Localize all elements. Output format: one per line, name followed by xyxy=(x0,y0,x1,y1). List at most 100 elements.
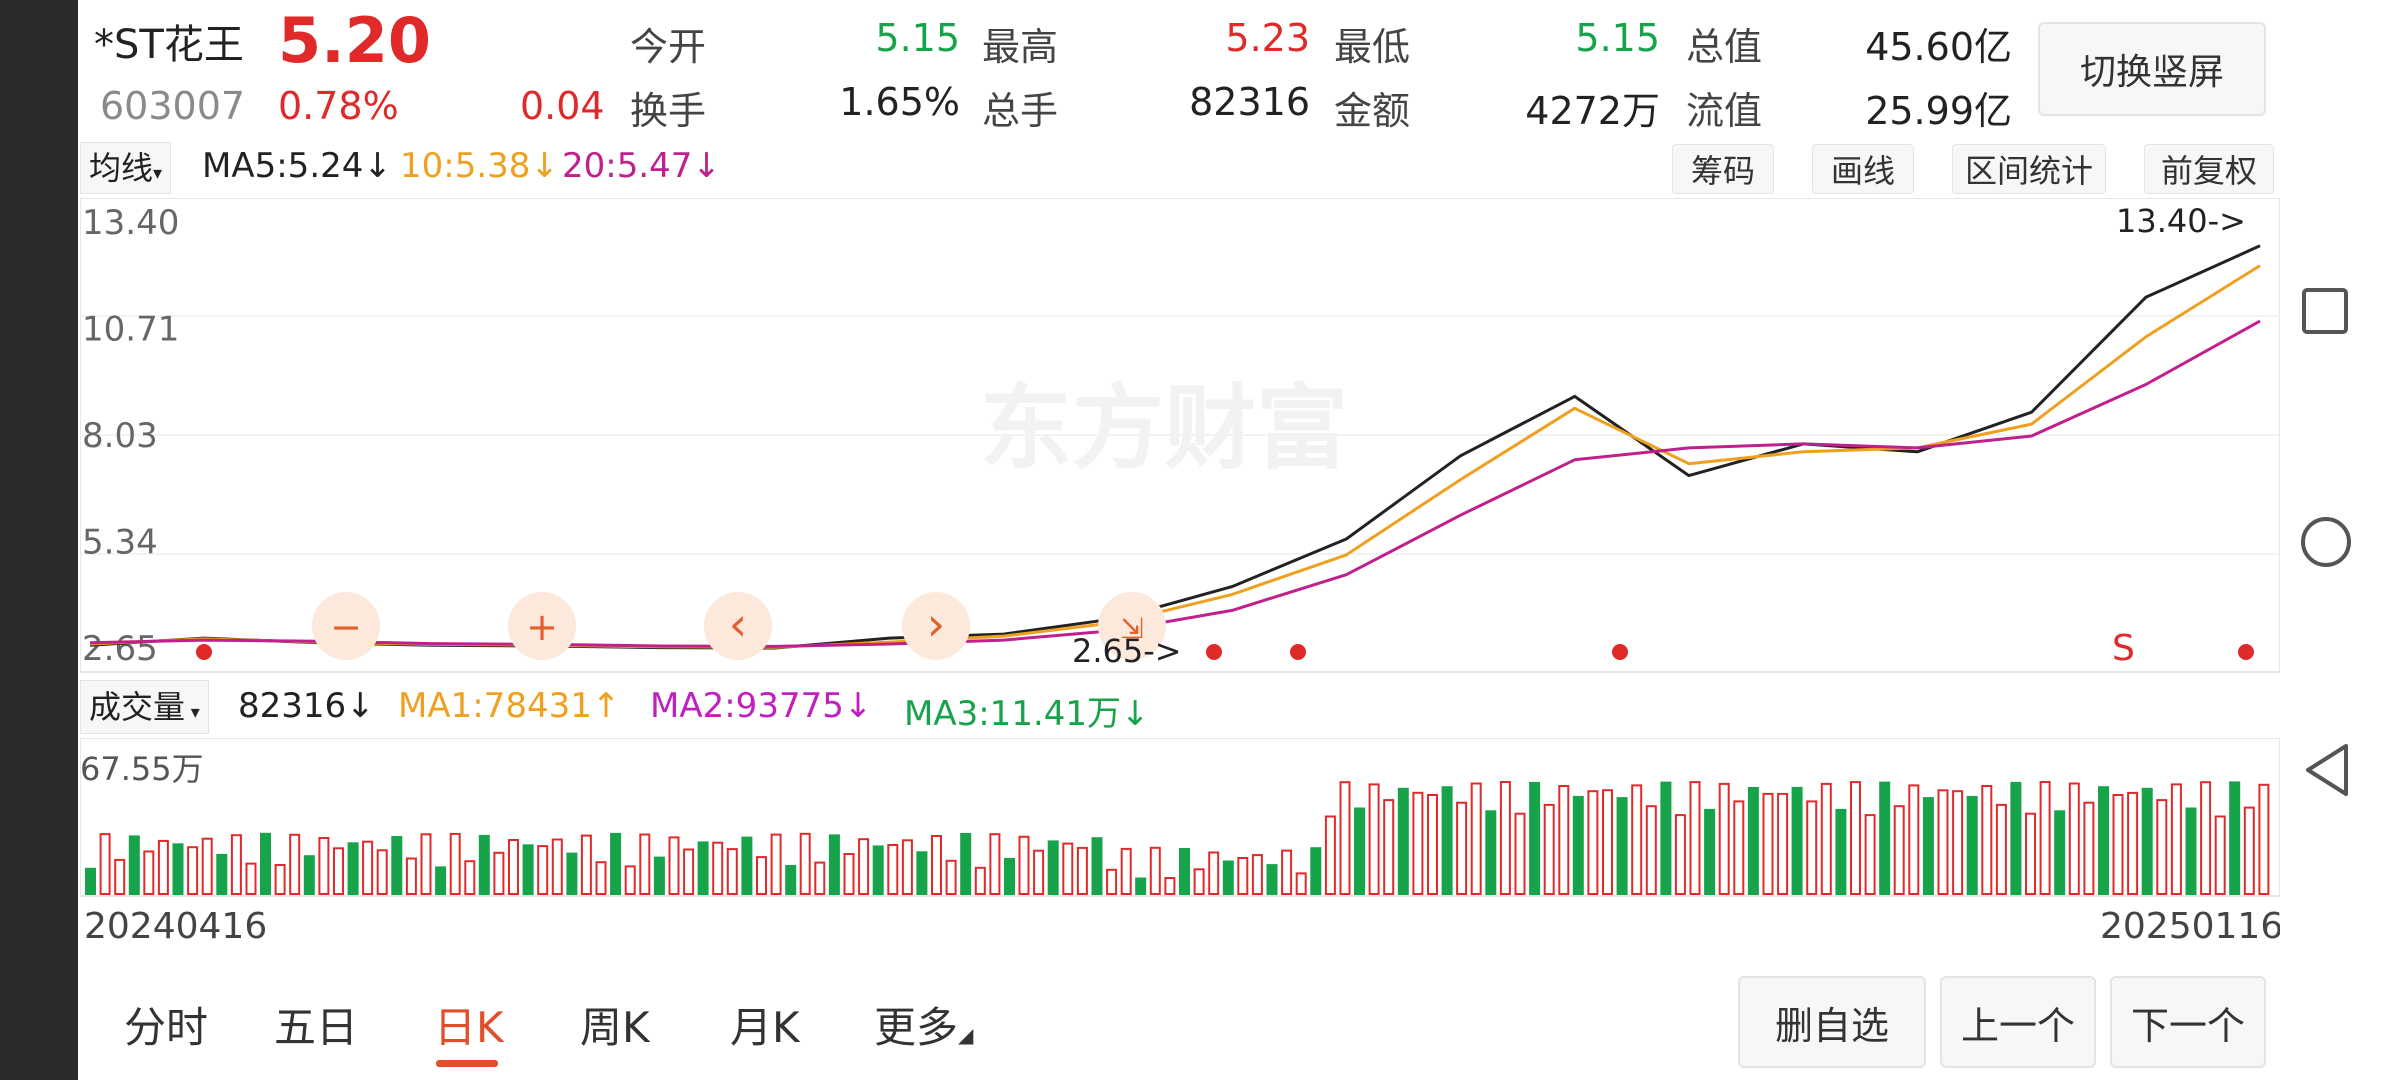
system-navigation-bar xyxy=(2280,0,2400,1080)
tab-monthly-k[interactable]: 月K xyxy=(730,994,800,1055)
volume-bar xyxy=(1499,781,1511,895)
volume-bar xyxy=(1616,797,1628,895)
volume-bar xyxy=(1004,857,1015,895)
volume-bar xyxy=(260,832,271,896)
volume-bar xyxy=(2141,787,2153,895)
volume-bar xyxy=(2039,781,2051,895)
volume-bar xyxy=(916,851,928,896)
remove-watchlist-button[interactable]: 删自选 xyxy=(1738,976,1926,1068)
volume-bar xyxy=(1733,800,1745,895)
chevron-left-icon: ‹ xyxy=(729,597,747,651)
volume-bar xyxy=(2098,786,2109,896)
zoom-out-icon: − xyxy=(330,605,362,649)
volume-bar xyxy=(741,836,753,895)
active-tab-indicator xyxy=(436,1060,498,1067)
high-value: 5.23 xyxy=(1225,16,1310,60)
back-triangle-icon[interactable] xyxy=(2298,738,2358,802)
volume-bar xyxy=(1645,805,1657,895)
ma10-value: 10:5.38↓ xyxy=(400,146,559,186)
volume-bar xyxy=(668,836,680,895)
volume-bar xyxy=(493,851,505,896)
volume-bar xyxy=(1281,849,1293,895)
volume-bar xyxy=(931,835,942,895)
volume-bar xyxy=(1047,840,1059,895)
change-amount: 0.04 xyxy=(520,84,605,128)
chips-button[interactable]: 筹码 xyxy=(1672,144,1774,194)
volume-bar xyxy=(712,841,724,895)
volume-bar xyxy=(2258,783,2270,895)
volume-bar xyxy=(697,841,709,895)
volume-bar xyxy=(1179,848,1190,895)
switch-portrait-button[interactable]: 切换竖屏 xyxy=(2038,22,2266,116)
stock-name: *ST花王 xyxy=(94,22,244,68)
tab-intraday[interactable]: 分时 xyxy=(124,994,208,1055)
pan-left-button[interactable]: ‹ xyxy=(704,592,772,660)
volume-bar xyxy=(1893,805,1905,895)
volume-bar xyxy=(376,849,388,896)
volume-bar xyxy=(405,857,417,895)
volume-bar xyxy=(683,848,695,895)
tab-more[interactable]: 更多◢ xyxy=(874,994,973,1055)
volume-bar xyxy=(610,832,622,895)
volume-bar xyxy=(1981,785,1993,895)
volume-bar xyxy=(435,866,447,895)
volume-bar xyxy=(1995,803,2007,895)
volume-current: 82316↓ xyxy=(238,686,375,726)
volume-bar xyxy=(2025,812,2036,895)
price-chart[interactable]: 东方财富 13.4010.718.035.342.65 − + ‹ › ⇲ S … xyxy=(80,198,2280,674)
range-stats-button[interactable]: 区间统计 xyxy=(1952,144,2106,194)
tab-daily-k[interactable]: 日K xyxy=(434,994,504,1055)
volume-chart[interactable]: 67.55万 xyxy=(80,738,2280,898)
volume-bar xyxy=(974,866,986,896)
stock-price: 5.20 xyxy=(278,4,431,77)
pan-right-button[interactable]: › xyxy=(902,592,970,660)
recents-square-icon[interactable] xyxy=(2296,282,2356,342)
chevron-right-icon: › xyxy=(927,597,945,651)
signal-s-marker: S xyxy=(2112,628,2135,669)
volume-bar xyxy=(362,840,374,895)
volume-bar xyxy=(639,833,651,895)
volume-bar xyxy=(1674,814,1686,895)
zoom-in-button[interactable]: + xyxy=(508,592,576,660)
draw-line-button[interactable]: 画线 xyxy=(1812,144,1914,194)
volume-bar xyxy=(1791,786,1803,895)
volume-bar xyxy=(1018,835,1030,896)
zoom-out-button[interactable]: − xyxy=(312,592,380,660)
volume-bar xyxy=(274,864,286,895)
volume-bar xyxy=(1820,782,1832,895)
volume-bar xyxy=(756,856,767,895)
adjust-button[interactable]: 前复权 xyxy=(2144,144,2274,194)
volume-bar xyxy=(1572,795,1584,895)
volume-bar xyxy=(566,852,578,895)
volume-bar xyxy=(333,847,344,896)
tab-weekly-k[interactable]: 周K xyxy=(580,994,650,1055)
volume-bar xyxy=(1704,808,1716,895)
volume-bar xyxy=(172,843,184,896)
volume-bar xyxy=(1514,812,1526,895)
volume-bar xyxy=(128,835,140,895)
next-stock-button[interactable]: 下一个 xyxy=(2110,976,2266,1068)
volume-bar xyxy=(1135,877,1147,895)
volume-bar xyxy=(2156,799,2168,895)
ma-selector-label: 均线 xyxy=(89,149,154,187)
volume-bar xyxy=(843,853,855,895)
volume-bar xyxy=(1922,797,1934,895)
home-circle-icon[interactable] xyxy=(2294,510,2358,574)
tab-five-day[interactable]: 五日 xyxy=(274,994,358,1055)
volume-selector[interactable]: 成交量 ▾ xyxy=(80,680,209,734)
amount-value: 4272万 xyxy=(1525,89,1660,133)
volume-bar xyxy=(1747,787,1759,895)
volume-bar xyxy=(303,855,315,895)
volume-bar xyxy=(901,839,913,896)
volume-bar xyxy=(2112,794,2124,895)
previous-stock-button[interactable]: 上一个 xyxy=(1940,976,2096,1068)
volume-bar xyxy=(114,858,126,895)
volume-bar xyxy=(799,832,811,896)
volume-ma1: MA1:78431↑ xyxy=(398,686,621,726)
volume-bar xyxy=(858,838,870,895)
volume-bar xyxy=(1120,847,1132,895)
date-start: 20240416 xyxy=(84,906,268,947)
volume-bar xyxy=(1850,781,1861,895)
ma-selector[interactable]: 均线▾ xyxy=(80,142,172,194)
high-price-annotation: 13.40-> xyxy=(2116,202,2246,240)
